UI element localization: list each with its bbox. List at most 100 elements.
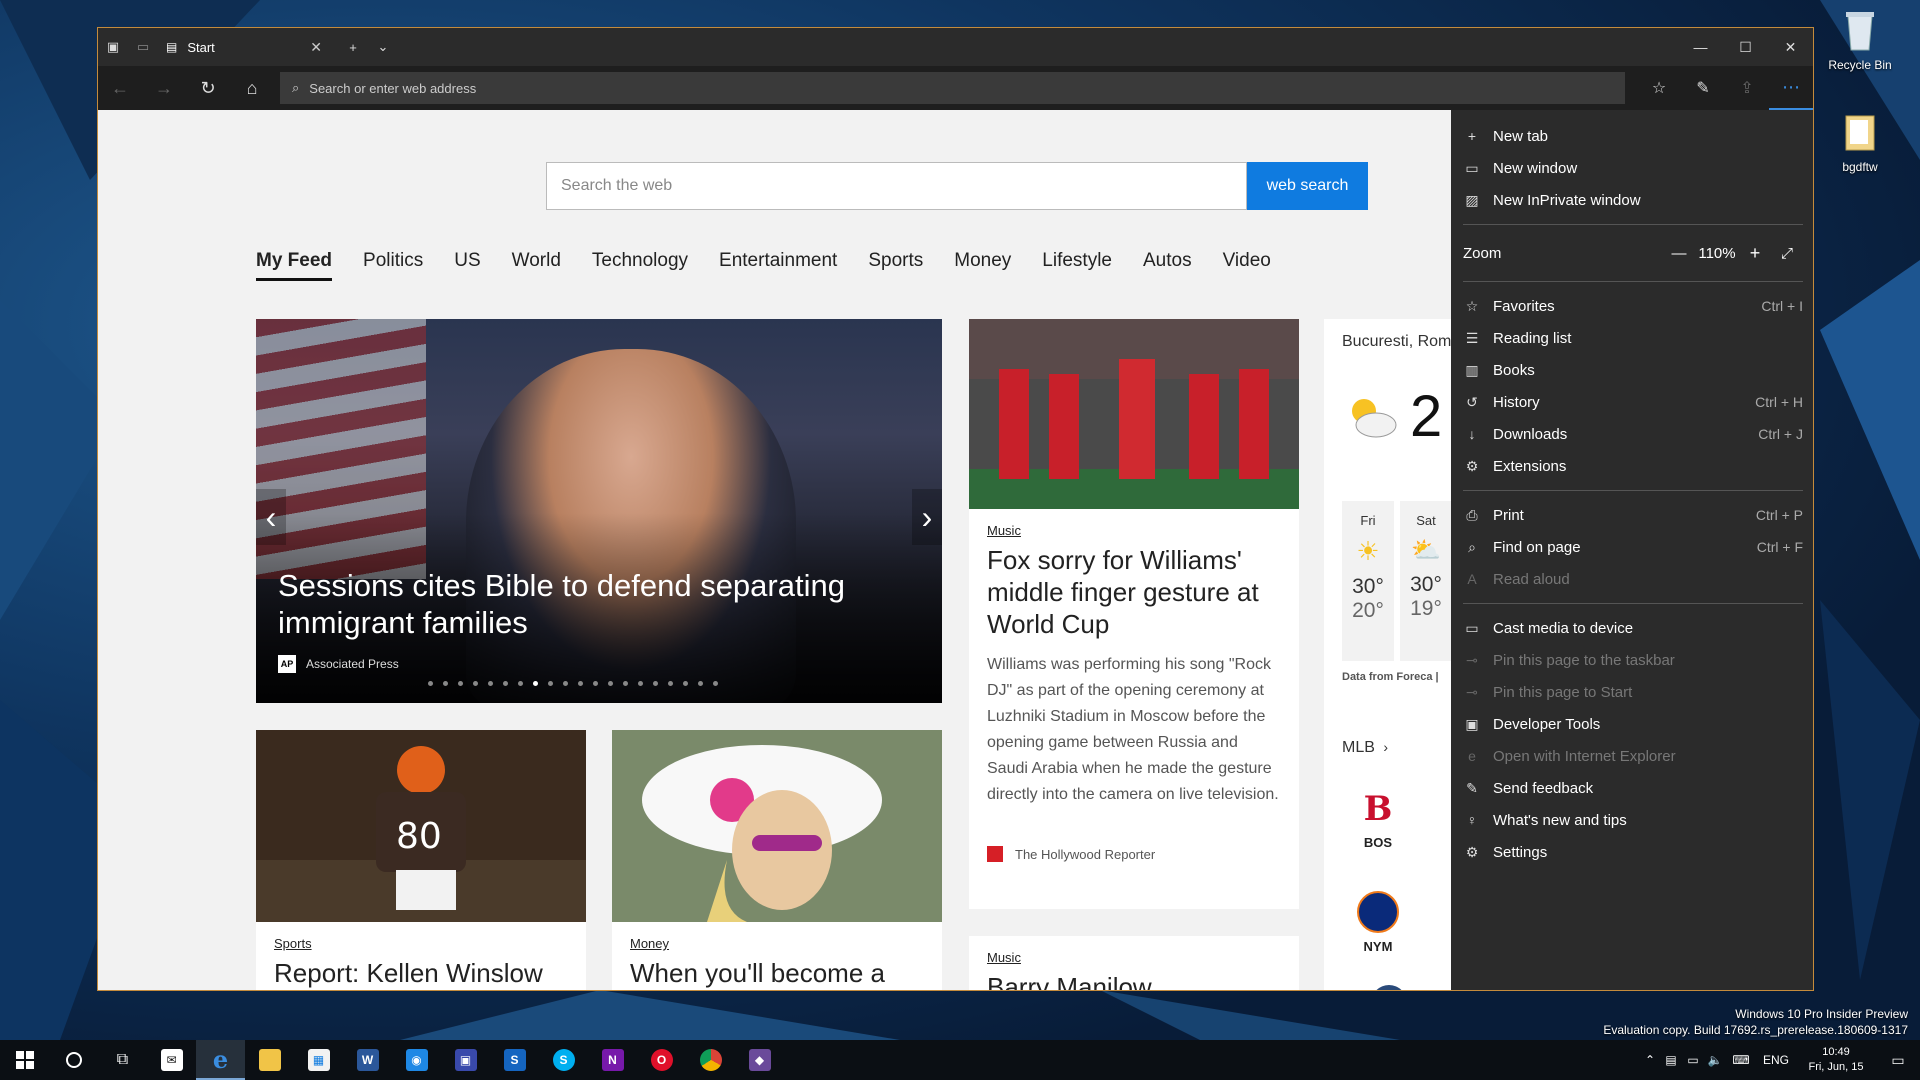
tab-my-feed[interactable]: My Feed <box>256 250 333 281</box>
share-icon[interactable]: ⇪ <box>1725 66 1769 110</box>
carousel-prev-icon[interactable]: ‹ <box>256 489 286 545</box>
story-card-money[interactable]: Money When you'll become a millionaire i… <box>612 730 942 990</box>
show-tabs-aside-icon[interactable]: ▭ <box>128 28 158 66</box>
app-purple-icon[interactable]: ◆ <box>735 1040 784 1080</box>
weather-location[interactable]: Bucuresti, Rom <box>1342 333 1451 351</box>
menu-history[interactable]: ↺ History Ctrl + H <box>1451 386 1813 418</box>
language-indicator[interactable]: ENG <box>1756 1053 1796 1067</box>
tab-world[interactable]: World <box>512 250 561 281</box>
chrome-icon[interactable] <box>686 1040 735 1080</box>
word-icon[interactable]: W <box>343 1040 392 1080</box>
story-category[interactable]: Music <box>987 950 1281 965</box>
carousel-dot[interactable] <box>548 681 553 686</box>
weather-panel[interactable]: Bucuresti, Rom 2 Fri ☀ 30° 20° Sat ⛅ 30°… <box>1324 319 1451 990</box>
clock[interactable]: 10:49 Fri, Jun, 15 <box>1796 1045 1876 1075</box>
carousel-dot[interactable] <box>638 681 643 686</box>
close-tab-icon[interactable]: ✕ <box>310 39 322 56</box>
hero-carousel[interactable]: ‹ › Sessions cites Bible to defend separ… <box>256 319 942 703</box>
menu-favorites[interactable]: ☆ Favorites Ctrl + I <box>1451 290 1813 322</box>
favorites-star-icon[interactable]: ☆ <box>1637 66 1681 110</box>
tab-politics[interactable]: Politics <box>363 250 423 281</box>
desktop-file-bgdftw[interactable]: bgdftw <box>1818 110 1902 174</box>
mail-icon[interactable]: ✉ <box>147 1040 196 1080</box>
carousel-dot[interactable] <box>608 681 613 686</box>
zoom-out-icon[interactable]: — <box>1663 245 1695 262</box>
menu-settings[interactable]: ⚙ Settings <box>1451 836 1813 868</box>
story-title[interactable]: When you'll become a millionaire if you … <box>630 957 924 990</box>
team-nym[interactable]: NYM <box>1350 891 1406 954</box>
menu-new-tab[interactable]: + New tab <box>1451 120 1813 152</box>
menu-new-window[interactable]: ▭ New window <box>1451 152 1813 184</box>
maximize-icon[interactable]: ☐ <box>1723 28 1768 66</box>
carousel-dot[interactable] <box>428 681 433 686</box>
carousel-dot[interactable] <box>443 681 448 686</box>
menu-reading-list[interactable]: ☰ Reading list <box>1451 322 1813 354</box>
menu-whats-new[interactable]: ♀ What's new and tips <box>1451 804 1813 836</box>
file-explorer-icon[interactable] <box>245 1040 294 1080</box>
carousel-dot[interactable] <box>713 681 718 686</box>
carousel-dot[interactable] <box>668 681 673 686</box>
menu-developer-tools[interactable]: ▣ Developer Tools <box>1451 708 1813 740</box>
team-bos[interactable]: B BOS <box>1350 789 1406 850</box>
carousel-dot[interactable] <box>683 681 688 686</box>
back-icon[interactable]: ← <box>98 66 142 110</box>
action-center-icon[interactable]: ▭ <box>1876 1052 1920 1069</box>
web-search-button[interactable]: web search <box>1247 162 1368 210</box>
cortana-icon[interactable] <box>49 1040 98 1080</box>
store-icon[interactable]: ▦ <box>294 1040 343 1080</box>
carousel-dot[interactable] <box>533 681 538 686</box>
carousel-dot[interactable] <box>563 681 568 686</box>
edge-icon[interactable]: e <box>196 1040 245 1080</box>
story-category[interactable]: Sports <box>274 936 568 951</box>
start-button[interactable] <box>0 1040 49 1080</box>
menu-cast-media[interactable]: ▭ Cast media to device <box>1451 612 1813 644</box>
story-card-fox[interactable]: Music Fox sorry for Williams' middle fin… <box>969 319 1299 909</box>
tab-preview-chevron-icon[interactable]: ⌄ <box>368 28 398 66</box>
menu-new-inprivate-window[interactable]: ▨ New InPrivate window <box>1451 184 1813 216</box>
story-category[interactable]: Music <box>987 523 1281 538</box>
carousel-dot[interactable] <box>593 681 598 686</box>
carousel-dot[interactable] <box>578 681 583 686</box>
app-monitor-icon[interactable]: ▣ <box>441 1040 490 1080</box>
tab-technology[interactable]: Technology <box>592 250 688 281</box>
menu-books[interactable]: ▥ Books <box>1451 354 1813 386</box>
hero-headline[interactable]: Sessions cites Bible to defend separatin… <box>278 567 878 641</box>
carousel-dot[interactable] <box>653 681 658 686</box>
zoom-in-icon[interactable]: + <box>1739 243 1771 264</box>
forecast-day[interactable]: Fri ☀ 30° 20° <box>1342 501 1394 661</box>
battery-icon[interactable]: ▭ <box>1682 1053 1704 1067</box>
minimize-icon[interactable]: — <box>1678 28 1723 66</box>
carousel-dot[interactable] <box>458 681 463 686</box>
recycle-bin[interactable]: Recycle Bin <box>1818 8 1902 72</box>
refresh-icon[interactable]: ↻ <box>186 66 230 110</box>
story-title[interactable]: Fox sorry for Williams' middle finger ge… <box>987 544 1281 640</box>
home-icon[interactable]: ⌂ <box>230 66 274 110</box>
mlb-header[interactable]: MLB › <box>1342 739 1388 757</box>
carousel-dot[interactable] <box>518 681 523 686</box>
tab-lifestyle[interactable]: Lifestyle <box>1042 250 1112 281</box>
address-bar[interactable]: ⌕ Search or enter web address <box>280 72 1625 104</box>
menu-extensions[interactable]: ⚙ Extensions <box>1451 450 1813 482</box>
carousel-dot[interactable] <box>623 681 628 686</box>
tabs-aside-icon[interactable]: ▣ <box>98 28 128 66</box>
carousel-dot[interactable] <box>503 681 508 686</box>
new-tab-icon[interactable]: + <box>338 28 368 66</box>
search-input[interactable]: Search the web <box>546 162 1247 210</box>
fullscreen-icon[interactable]: ⤢ <box>1771 245 1803 262</box>
menu-downloads[interactable]: ↓ Downloads Ctrl + J <box>1451 418 1813 450</box>
forecast-day[interactable]: Sat ⛅ 30° 19° <box>1400 501 1451 661</box>
story-title[interactable]: Barry Manilow <box>987 971 1281 990</box>
story-card-manilow[interactable]: Music Barry Manilow <box>969 936 1299 990</box>
keyboard-icon[interactable]: ⌨ <box>1726 1053 1756 1067</box>
story-category[interactable]: Money <box>630 936 924 951</box>
menu-print[interactable]: ⎙ Print Ctrl + P <box>1451 499 1813 531</box>
carousel-dot[interactable] <box>473 681 478 686</box>
task-view-icon[interactable]: ⧉ <box>98 1040 147 1080</box>
menu-find-on-page[interactable]: ⌕ Find on page Ctrl + F <box>1451 531 1813 563</box>
carousel-next-icon[interactable]: › <box>912 489 942 545</box>
tab-autos[interactable]: Autos <box>1143 250 1192 281</box>
carousel-dot[interactable] <box>698 681 703 686</box>
volume-icon[interactable]: 🔈 <box>1704 1053 1726 1067</box>
tab-start[interactable]: ▤ Start ✕ <box>158 28 330 66</box>
web-note-icon[interactable]: ✎ <box>1681 66 1725 110</box>
